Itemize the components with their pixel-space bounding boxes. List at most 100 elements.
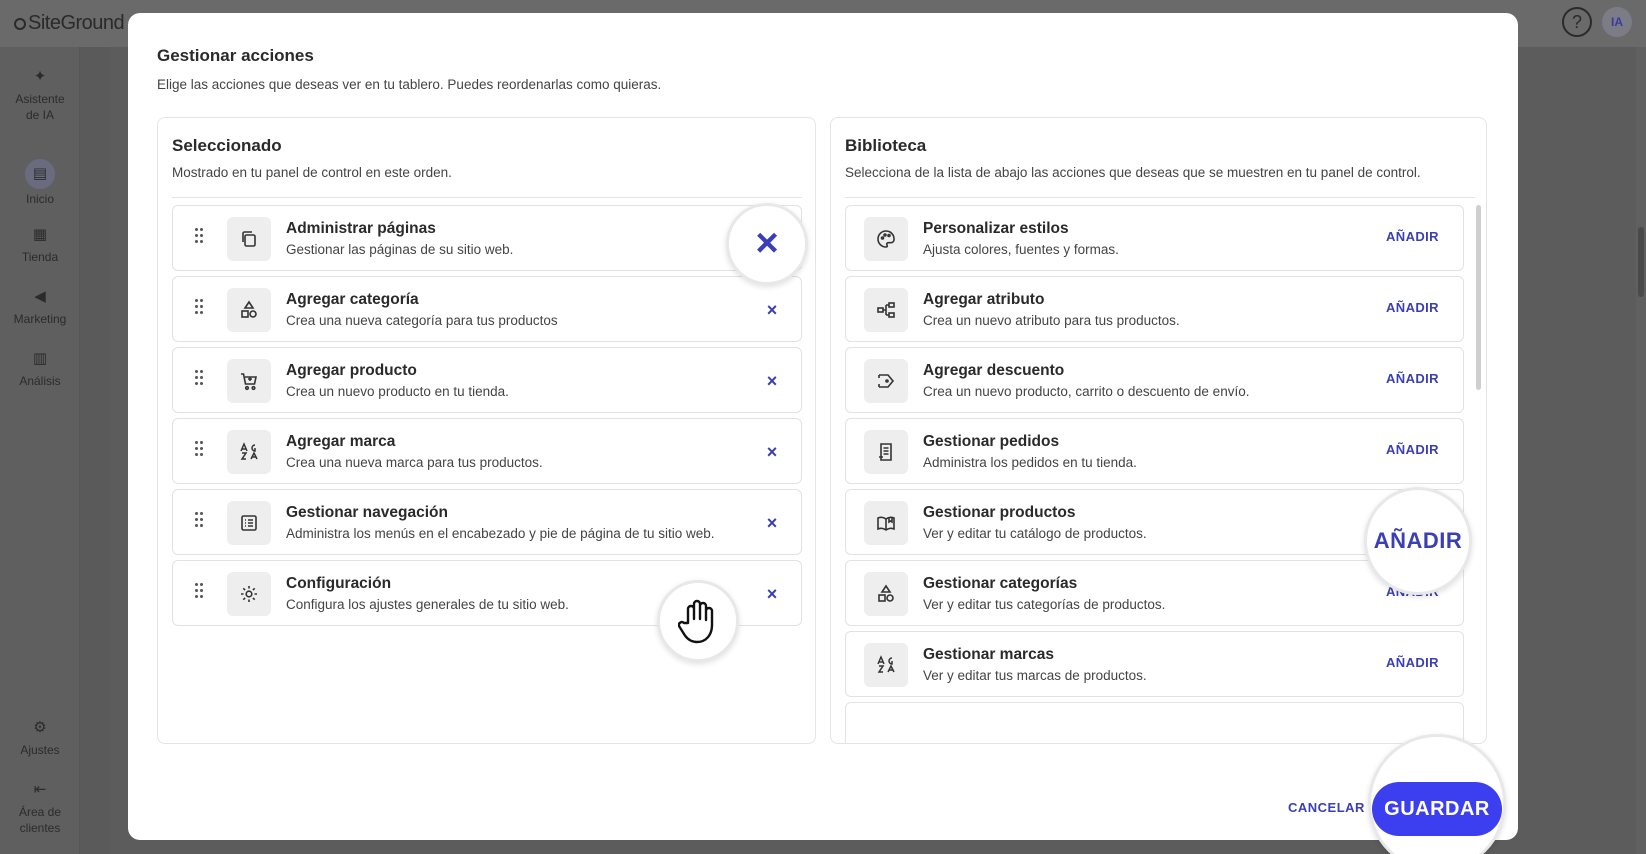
item-description: Configura los ajustes generales de tu si… — [286, 597, 569, 612]
sidebar-item-label: Área de clientes — [18, 805, 62, 835]
add-button-highlight[interactable]: AÑADIR — [1364, 487, 1472, 595]
catalog-icon — [864, 501, 908, 545]
item-title: Agregar atributo — [923, 291, 1045, 308]
item-description: Crea un nuevo producto, carrito o descue… — [923, 384, 1250, 399]
item-title: Gestionar marcas — [923, 646, 1054, 663]
sidebar-item-marketing[interactable]: ◀ Marketing — [0, 289, 80, 327]
add-button[interactable]: AÑADIR — [1386, 442, 1439, 457]
item-description: Crea un nuevo atributo para tus producto… — [923, 313, 1180, 328]
item-description: Gestionar las páginas de su sitio web. — [286, 242, 514, 257]
item-title: Gestionar categorías — [923, 575, 1078, 592]
cart-plus-icon — [227, 359, 271, 403]
gear-icon: ⚙ — [33, 719, 47, 736]
selected-item[interactable]: Gestionar navegación Administra los menú… — [172, 489, 802, 555]
item-title: Agregar descuento — [923, 362, 1065, 379]
selected-item[interactable]: Agregar marca Crea una nueva marca para … — [172, 418, 802, 484]
item-title: Gestionar productos — [923, 504, 1076, 521]
library-item[interactable] — [845, 702, 1464, 743]
list-icon — [227, 501, 271, 545]
sidebar-item-client-area[interactable]: ⇤ Área de clientes — [0, 782, 80, 836]
page-scrollbar-thumb[interactable] — [1638, 227, 1644, 297]
library-item[interactable]: Gestionar pedidos Administra los pedidos… — [845, 418, 1464, 484]
selected-item[interactable]: Agregar producto Crea un nuevo producto … — [172, 347, 802, 413]
sparkle-icon: ✦ — [33, 68, 47, 85]
sidebar-item-analytics[interactable]: ▥ Análisis — [0, 351, 80, 389]
selected-item[interactable]: Administrar páginas Gestionar las página… — [172, 205, 802, 271]
sidebar-item-label: Tienda — [21, 250, 59, 264]
remove-button-highlight[interactable]: × — [726, 203, 808, 285]
item-title: Agregar categoría — [286, 291, 419, 308]
drag-handle-icon[interactable] — [194, 582, 204, 604]
brand-icon — [227, 430, 271, 474]
item-description: Crea una nueva marca para tus productos. — [286, 455, 543, 470]
drag-handle-icon[interactable] — [194, 369, 204, 391]
remove-button[interactable]: × — [761, 441, 783, 463]
item-title: Configuración — [286, 575, 392, 592]
sidebar: ✦ Asistente de IA ▤ Inicio ▦ Tienda ◀ Ma… — [0, 47, 80, 854]
grab-cursor-highlight — [657, 580, 739, 662]
library-panel-subtitle: Selecciona de la lista de abajo las acci… — [845, 165, 1421, 180]
sidebar-item-store[interactable]: ▦ Tienda — [0, 227, 80, 265]
orders-icon — [864, 430, 908, 474]
item-title: Gestionar navegación — [286, 504, 448, 521]
sidebar-item-ai-assistant[interactable]: ✦ Asistente de IA — [0, 69, 80, 123]
selected-panel-subtitle: Mostrado en tu panel de control en este … — [172, 165, 452, 180]
library-item[interactable]: Gestionar marcas Ver y editar tus marcas… — [845, 631, 1464, 697]
shapes-icon — [864, 572, 908, 616]
cancel-button[interactable]: CANCELAR — [1288, 800, 1365, 815]
add-button[interactable]: AÑADIR — [1386, 655, 1439, 670]
add-button[interactable]: AÑADIR — [1386, 300, 1439, 315]
manage-actions-dialog: Gestionar acciones Elige las acciones qu… — [128, 13, 1518, 840]
drag-handle-icon[interactable] — [194, 440, 204, 462]
page-scrollbar[interactable] — [1636, 47, 1646, 854]
selected-item[interactable]: Agregar categoría Crea una nueva categor… — [172, 276, 802, 342]
siteground-logo[interactable]: SiteGround — [14, 12, 125, 35]
add-button[interactable]: AÑADIR — [1386, 229, 1439, 244]
item-title: Agregar producto — [286, 362, 417, 379]
exit-icon: ⇤ — [33, 781, 47, 798]
library-scrollbar[interactable] — [1476, 205, 1481, 390]
item-description: Ajusta colores, fuentes y formas. — [923, 242, 1119, 257]
add-button-label: AÑADIR — [1373, 528, 1463, 553]
chart-icon: ▥ — [32, 350, 48, 367]
dialog-title: Gestionar acciones — [157, 46, 314, 65]
shapes-icon — [227, 288, 271, 332]
pages-icon — [227, 217, 271, 261]
logo-mark-icon — [14, 18, 26, 30]
drag-handle-icon[interactable] — [194, 227, 204, 249]
item-title: Personalizar estilos — [923, 220, 1069, 237]
item-description: Ver y editar tus categorías de productos… — [923, 597, 1166, 612]
library-item[interactable]: Agregar descuento Crea un nuevo producto… — [845, 347, 1464, 413]
divider — [845, 197, 1475, 198]
sidebar-item-home[interactable]: ▤ Inicio — [0, 159, 80, 207]
remove-button[interactable]: × — [761, 370, 783, 392]
user-avatar[interactable]: IA — [1602, 7, 1632, 37]
drag-handle-icon[interactable] — [194, 298, 204, 320]
item-title: Gestionar pedidos — [923, 433, 1060, 450]
store-icon: ▦ — [32, 226, 48, 243]
megaphone-icon: ◀ — [34, 288, 46, 305]
sidebar-item-label: Asistente de IA — [15, 92, 65, 122]
palette-icon — [864, 217, 908, 261]
hand-cursor-icon — [678, 599, 714, 644]
add-button[interactable]: AÑADIR — [1386, 371, 1439, 386]
discount-icon — [864, 359, 908, 403]
remove-button[interactable]: × — [761, 583, 783, 605]
close-icon: × — [755, 221, 779, 265]
dashboard-icon: ▤ — [25, 159, 55, 189]
library-panel-title: Biblioteca — [845, 136, 927, 155]
logo-text: SiteGround — [28, 12, 125, 34]
sidebar-item-settings[interactable]: ⚙ Ajustes — [0, 720, 80, 758]
library-item[interactable]: Personalizar estilos Ajusta colores, fue… — [845, 205, 1464, 271]
remove-button[interactable]: × — [761, 299, 783, 321]
save-button[interactable]: GUARDAR — [1372, 782, 1502, 836]
item-description: Ver y editar tu catálogo de productos. — [923, 526, 1147, 541]
item-title: Agregar marca — [286, 433, 396, 450]
drag-handle-icon[interactable] — [194, 511, 204, 533]
remove-button[interactable]: × — [761, 512, 783, 534]
attribute-icon — [864, 288, 908, 332]
item-description: Administra los menús en el encabezado y … — [286, 526, 715, 541]
library-item[interactable]: Agregar atributo Crea un nuevo atributo … — [845, 276, 1464, 342]
sidebar-item-label: Análisis — [19, 374, 61, 388]
help-button[interactable]: ? — [1562, 7, 1592, 37]
